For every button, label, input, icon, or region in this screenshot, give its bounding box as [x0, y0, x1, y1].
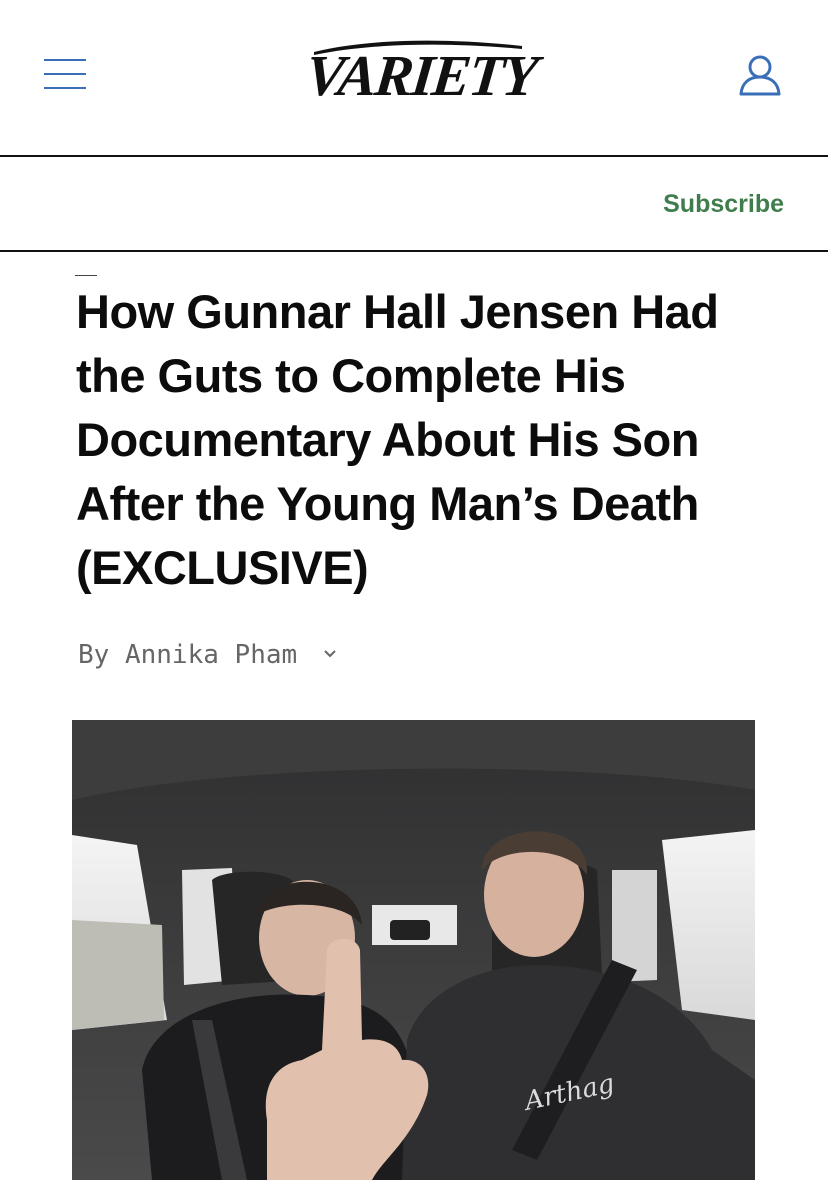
chevron-down-icon[interactable] [323, 636, 337, 666]
byline-author[interactable]: Annika Pham [125, 640, 297, 670]
category-dash [75, 275, 97, 276]
subscribe-link[interactable]: Subscribe [663, 190, 784, 219]
menu-line [44, 87, 86, 89]
header-divider [0, 155, 828, 157]
byline-prefix: By [78, 640, 110, 670]
logo-wordmark: VARIETY [302, 43, 540, 108]
menu-line [44, 73, 86, 75]
byline[interactable]: By Annika Pham [78, 636, 337, 670]
site-header: VARIETY [0, 0, 828, 156]
car-photo-illustration: Arthag [72, 720, 755, 1180]
subscribe-divider [0, 250, 828, 252]
user-account-icon[interactable] [736, 53, 784, 97]
article-photo: Arthag [72, 720, 755, 1180]
article-headline: How Gunnar Hall Jensen Had the Guts to C… [76, 285, 719, 594]
variety-logo[interactable]: VARIETY [300, 36, 539, 114]
hamburger-menu-icon[interactable] [44, 57, 86, 93]
menu-line [44, 59, 86, 61]
